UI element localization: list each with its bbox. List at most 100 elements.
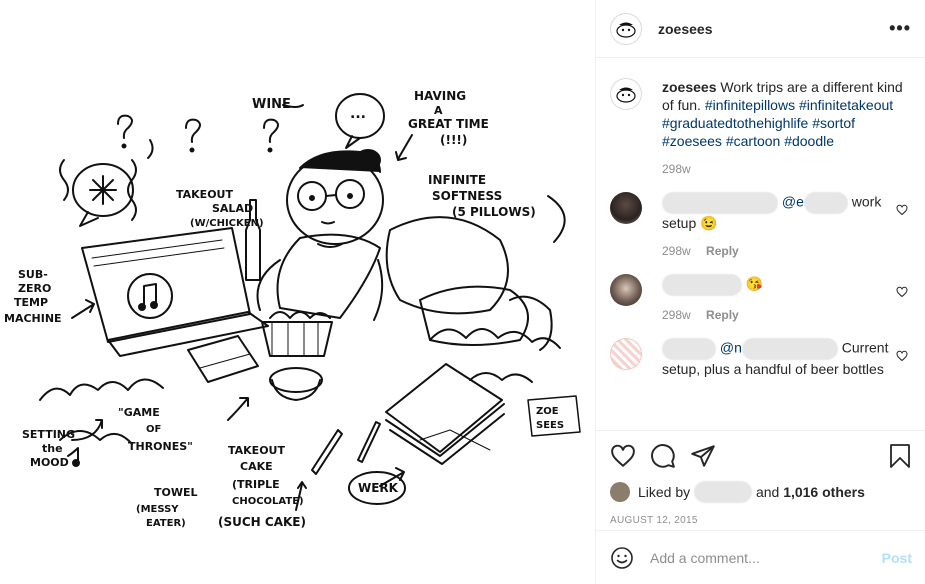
comment-bubble-icon xyxy=(651,444,675,468)
post-comment-button[interactable]: Post xyxy=(882,550,912,566)
like-comment-heart-icon[interactable] xyxy=(896,350,908,362)
redacted-mention xyxy=(803,192,848,214)
post-image[interactable]: WINE HAVING A GREAT TIME (!!!) ... TAKEO… xyxy=(0,0,595,584)
hashtag[interactable]: #graduatedtothehighlife xyxy=(662,115,808,131)
share-button[interactable] xyxy=(690,443,716,469)
avatar[interactable] xyxy=(610,274,642,306)
label-takeout-cake-2: CAKE xyxy=(240,460,273,473)
hashtag[interactable]: #zoesees xyxy=(662,133,722,149)
likes-others[interactable]: 1,016 others xyxy=(783,484,865,500)
label-sub: SUB- xyxy=(18,268,48,281)
doodle-illustration: WINE HAVING A GREAT TIME (!!!) ... TAKEO… xyxy=(4,89,581,529)
label-wine: WINE xyxy=(252,97,291,112)
like-comment-heart-icon[interactable] xyxy=(896,286,908,298)
comment-item: 😘 298w Reply xyxy=(610,274,910,324)
label-ellipsis: ... xyxy=(350,106,366,122)
hashtag[interactable]: #infinitepillows xyxy=(705,97,795,113)
redacted-username xyxy=(662,338,716,360)
comment-item: @n Current setup, plus a handful of beer… xyxy=(610,338,910,378)
emoji: 😘 xyxy=(745,275,764,292)
label-zero: ZERO xyxy=(18,282,51,295)
like-button[interactable] xyxy=(610,443,636,469)
label-werk: WERK xyxy=(358,481,399,495)
label-takeout-cake-3: (TRIPLE xyxy=(232,478,280,491)
label-pillows: (5 PILLOWS) xyxy=(452,205,536,219)
redacted-username xyxy=(694,481,753,503)
comment-age[interactable]: 298w xyxy=(662,244,691,258)
label-mood: MOOD xyxy=(30,456,69,469)
comment-meta: 298w Reply xyxy=(662,242,906,260)
label-towel-2: (MESSY xyxy=(136,504,179,515)
comment-age[interactable]: 298w xyxy=(662,308,691,322)
comment-button[interactable] xyxy=(650,443,676,469)
post-side-panel: zoesees ••• zoesees Work trips are a dif… xyxy=(595,0,925,584)
label-such-cake: (SUCH CAKE) xyxy=(218,515,306,529)
label-takeout-salad-1: TAKEOUT xyxy=(176,188,233,201)
label-towel-1: TOWEL xyxy=(154,486,198,499)
label-softness: SOFTNESS xyxy=(432,189,502,203)
action-icon-row xyxy=(610,441,912,471)
likes-summary: Liked by and 1,016 others xyxy=(610,481,912,503)
post-date[interactable]: AUGUST 12, 2015 xyxy=(610,515,912,526)
mention[interactable]: @e xyxy=(782,194,804,210)
label-machine: MACHINE xyxy=(4,312,62,325)
comments-list: zoesees Work trips are a different kind … xyxy=(596,58,925,430)
avatar[interactable] xyxy=(610,482,630,502)
comment-meta: 298w Reply xyxy=(662,306,906,324)
reply-button[interactable]: Reply xyxy=(706,308,739,322)
redacted-mention xyxy=(741,338,838,360)
post-actions: Liked by and 1,016 others AUGUST 12, 201… xyxy=(596,430,925,526)
redacted-username xyxy=(662,192,778,214)
caption-meta: 298w xyxy=(662,160,906,178)
label-great-time-exclaim: (!!!) xyxy=(440,133,467,147)
label-a: A xyxy=(434,104,443,117)
avatar[interactable] xyxy=(610,78,642,110)
post-username[interactable]: zoesees xyxy=(658,21,712,37)
bookmark-icon xyxy=(890,444,910,468)
signature-zoe: ZOE xyxy=(536,406,559,417)
hashtag[interactable]: #sortof xyxy=(812,115,855,131)
label-the: the xyxy=(42,442,63,455)
label-temp: TEMP xyxy=(14,296,48,309)
avatar[interactable] xyxy=(610,338,642,370)
avatar[interactable] xyxy=(610,12,642,45)
label-game-3: THRONES" xyxy=(128,440,193,453)
label-takeout-cake-4: CHOCOLATE) xyxy=(232,496,304,507)
emoji-smiley-icon[interactable] xyxy=(610,546,634,570)
label-setting: SETTING xyxy=(22,428,75,441)
label-great-time: GREAT TIME xyxy=(408,117,489,131)
mention[interactable]: @n xyxy=(720,340,742,356)
label-having: HAVING xyxy=(414,89,466,103)
add-comment-bar: Post xyxy=(596,530,925,584)
comment-input[interactable] xyxy=(650,549,882,566)
more-horizontal-icon[interactable]: ••• xyxy=(889,18,911,39)
label-towel-3: EATER) xyxy=(146,518,186,529)
caption-username[interactable]: zoesees xyxy=(662,79,716,95)
likes-prefix: Liked by xyxy=(638,484,691,500)
save-button[interactable] xyxy=(888,443,912,469)
avatar-face-icon xyxy=(616,22,636,38)
instagram-post: WINE HAVING A GREAT TIME (!!!) ... TAKEO… xyxy=(0,0,925,584)
redacted-username xyxy=(662,274,742,296)
label-infinite: INFINITE xyxy=(428,173,486,187)
label-takeout-salad-2: SALAD xyxy=(212,202,253,215)
label-game-2: OF xyxy=(146,424,161,435)
hashtag[interactable]: #infinitetakeout xyxy=(799,97,893,113)
hashtag[interactable]: #cartoon xyxy=(726,133,780,149)
comment-item: @e work setup 😉 298w Reply xyxy=(610,192,910,260)
reply-button[interactable]: Reply xyxy=(706,244,739,258)
avatar[interactable] xyxy=(610,192,642,224)
caption-age[interactable]: 298w xyxy=(662,162,691,176)
likes-conjunction: and xyxy=(755,484,780,500)
like-comment-heart-icon[interactable] xyxy=(896,204,908,216)
avatar-face-icon xyxy=(616,87,636,103)
label-takeout-salad-3: (W/CHICKEN) xyxy=(190,218,264,229)
share-paper-plane-icon xyxy=(691,445,715,467)
label-game-1: "GAME xyxy=(118,406,160,419)
caption: zoesees Work trips are a different kind … xyxy=(610,78,910,178)
label-takeout-cake-1: TAKEOUT xyxy=(228,444,285,457)
post-header: zoesees ••• xyxy=(596,0,925,58)
emoji: 😉 xyxy=(700,215,718,231)
heart-icon xyxy=(611,444,635,468)
hashtag[interactable]: #doodle xyxy=(784,133,834,149)
